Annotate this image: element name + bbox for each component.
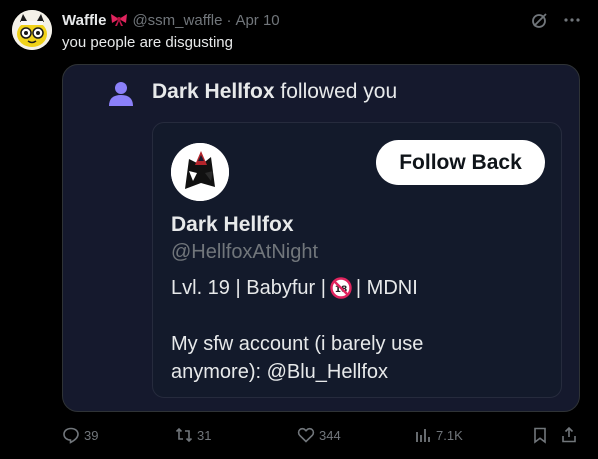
embedded-notification-card[interactable]: Dark Hellfox followed you Follow Back Da… (62, 64, 580, 412)
views-icon (416, 429, 430, 442)
bio-spacer (171, 302, 551, 330)
bio-text-a: Lvl. 19 | Babyfur | (171, 277, 326, 299)
like-count: 344 (319, 427, 341, 443)
follower-name: Dark Hellfox (152, 80, 275, 103)
views-button[interactable]: 7.1K (414, 426, 463, 444)
retweet-icon (175, 427, 193, 443)
grok-icon[interactable] (530, 10, 550, 30)
author-avatar[interactable] (12, 10, 52, 50)
bookmark-icon (534, 427, 546, 444)
heart-icon (297, 427, 315, 443)
tweet-text: you people are disgusting (62, 34, 233, 51)
share-icon (562, 426, 576, 443)
profile-avatar (171, 143, 229, 201)
reply-button[interactable]: 39 (62, 426, 98, 444)
bow-icon (110, 13, 128, 27)
tweet-header: Waffle @ssm_waffle · Apr 10 (62, 10, 280, 30)
person-icon (107, 80, 135, 108)
bio-text-b: | MDNI (355, 277, 418, 299)
reply-icon (63, 427, 79, 444)
more-icon[interactable] (562, 10, 582, 30)
header-actions (530, 10, 582, 30)
no-under-18-icon: 18 (330, 277, 352, 299)
bio-line-1: Lvl. 19 | Babyfur | 18 | MDNI (171, 274, 551, 302)
retweet-button[interactable]: 31 (175, 426, 211, 444)
waffle-avatar-icon (12, 10, 52, 50)
author-handle[interactable]: @ssm_waffle (132, 12, 222, 29)
view-count: 7.1K (436, 427, 463, 443)
profile-handle: @HellfoxAtNight (171, 241, 319, 263)
hellfox-avatar-icon (171, 143, 229, 201)
follow-back-button[interactable]: Follow Back (376, 140, 545, 185)
profile-name: Dark Hellfox (171, 213, 294, 236)
share-button[interactable] (560, 426, 578, 444)
author-name[interactable]: Waffle (62, 12, 106, 29)
follow-action-text: followed you (280, 80, 398, 103)
tweet-action-bar: 39 31 344 7.1K (62, 426, 582, 446)
bio-line-3: anymore): @Blu_Hellfox (171, 361, 389, 383)
reply-count: 39 (84, 427, 99, 443)
bookmark-button[interactable] (531, 426, 549, 444)
separator-dot: · (226, 11, 232, 29)
follow-notification-text: Dark Hellfox followed you (152, 80, 397, 104)
profile-card: Follow Back Dark Hellfox @HellfoxAtNight… (152, 122, 562, 398)
bio-line-2: My sfw account (i barely use (171, 333, 424, 355)
retweet-count: 31 (197, 427, 212, 443)
profile-bio: Lvl. 19 | Babyfur | 18 | MDNI My sfw acc… (171, 274, 551, 386)
tweet-date[interactable]: Apr 10 (235, 12, 279, 29)
like-button[interactable]: 344 (297, 426, 341, 444)
